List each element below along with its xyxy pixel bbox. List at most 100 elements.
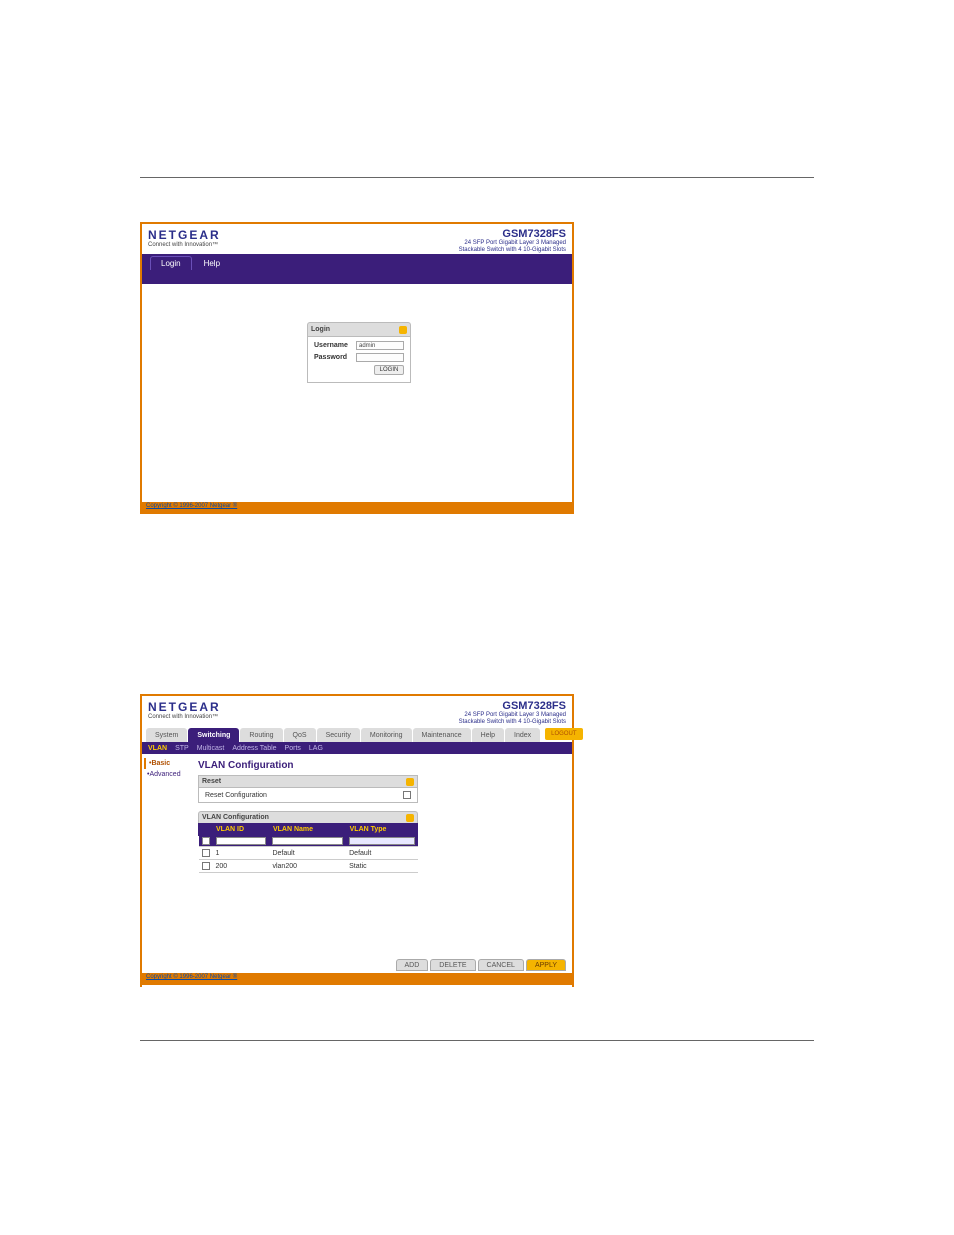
brand-logo-text-2: NETGEAR [148,700,221,714]
vlan-table-panel: VLAN Configuration VLAN ID VLAN Name VLA… [198,811,418,873]
action-row: ADD DELETE CANCEL APPLY [396,959,566,971]
reset-panel-title: Reset [202,778,221,785]
vlan-table-title: VLAN Configuration [202,814,269,821]
logout-button[interactable]: LOGOUT [545,728,582,740]
brand-tagline: Connect with Innovation™ [148,242,221,248]
model-desc-1b: 24 SFP Port Gigabit Layer 3 Managed [459,712,566,719]
help-icon[interactable] [406,814,414,822]
reset-config-label: Reset Configuration [205,792,267,799]
cell-vlan-type: Default [346,847,417,860]
password-row: Password [314,353,404,362]
subtab-stp[interactable]: STP [175,745,189,752]
cell-vlan-name: vlan200 [269,860,346,873]
username-input[interactable]: admin [356,341,404,350]
password-label: Password [314,354,352,361]
vlan-type-select[interactable] [349,837,414,845]
tab-login[interactable]: Login [150,256,192,270]
reset-panel-body: Reset Configuration [199,788,417,802]
cell-vlan-id: 1 [213,847,270,860]
model-block-2: GSM7328FS 24 SFP Port Gigabit Layer 3 Ma… [459,700,566,722]
sidenav-basic[interactable]: •Basic [144,758,196,769]
vlan-table-header: VLAN Configuration [198,811,418,823]
username-label: Username [314,342,352,349]
footer-bar-2: Copyright © 1996-2007 Netgear ® [142,973,572,985]
help-icon[interactable] [399,326,407,334]
subtab-lag[interactable]: LAG [309,745,323,752]
subtab-multicast[interactable]: Multicast [197,745,225,752]
tab-system[interactable]: System [146,728,187,742]
col-vlan-type[interactable]: VLAN Type [346,824,417,836]
tab-bar: Login Help [142,254,572,270]
reset-panel-header: Reset [199,776,417,788]
model-name: GSM7328FS [459,228,566,240]
tab-index[interactable]: Index [505,728,540,742]
username-row: Username admin [314,341,404,350]
model-name-2: GSM7328FS [459,700,566,712]
login-btn-row: LOGIN [314,365,404,375]
login-box: Login Username admin Password LOGIN [307,322,411,383]
table-header-row: VLAN ID VLAN Name VLAN Type [199,824,418,836]
apply-button[interactable]: APPLY [526,959,566,971]
screenshot-vlan: NETGEAR Connect with Innovation™ GSM7328… [140,694,574,987]
subtab-address-table[interactable]: Address Table [232,745,276,752]
table-input-row [199,836,418,847]
help-icon[interactable] [406,778,414,786]
model-desc-2b: Stackable Switch with 4 10-Gigabit Slots [459,719,566,726]
footer-bar: Copyright © 1996-2007 Netgear ® [142,502,572,514]
table-row: 200 vlan200 Static [199,860,418,873]
header-row-2: NETGEAR Connect with Innovation™ GSM7328… [142,696,572,726]
cell-vlan-name: Default [269,847,346,860]
login-box-body: Username admin Password LOGIN [307,336,411,383]
main-tab-bar: System Switching Routing QoS Security Mo… [142,726,572,742]
body-split: •Basic •Advanced VLAN Configuration Rese… [142,754,572,987]
sidenav-advanced[interactable]: •Advanced [144,769,196,780]
login-button[interactable]: LOGIN [374,365,404,375]
reset-panel: Reset Reset Configuration [198,775,418,803]
login-content: Login Username admin Password LOGIN [142,284,572,502]
cancel-button[interactable]: CANCEL [478,959,524,971]
ribbon-bar [142,270,572,284]
copyright-text-2[interactable]: Copyright © 1996-2007 Netgear ® [142,973,572,981]
brand-block: NETGEAR Connect with Innovation™ [148,228,221,250]
brand-tagline-2: Connect with Innovation™ [148,714,221,720]
section-title: VLAN Configuration [198,758,572,775]
row-checkbox[interactable] [202,849,210,857]
brand-logo-text: NETGEAR [148,228,221,242]
tab-monitoring[interactable]: Monitoring [361,728,412,742]
tab-qos[interactable]: QoS [284,728,316,742]
reset-config-checkbox[interactable] [403,791,411,799]
tab-help2[interactable]: Help [472,728,504,742]
top-horizontal-rule [140,177,814,178]
login-box-header: Login [307,322,411,336]
sub-tab-bar: VLAN STP Multicast Address Table Ports L… [142,742,572,754]
login-box-title: Login [311,326,330,333]
cell-vlan-id: 200 [213,860,270,873]
tab-routing[interactable]: Routing [240,728,282,742]
main-area: VLAN Configuration Reset Reset Configura… [198,754,572,987]
cell-vlan-type: Static [346,860,417,873]
bottom-horizontal-rule [140,1040,814,1041]
copyright-text[interactable]: Copyright © 1996-2007 Netgear ® [142,502,572,510]
delete-button[interactable]: DELETE [430,959,475,971]
header-row: NETGEAR Connect with Innovation™ GSM7328… [142,224,572,254]
side-nav: •Basic •Advanced [142,754,198,987]
password-input[interactable] [356,353,404,362]
tab-switching[interactable]: Switching [188,728,239,742]
tab-maintenance[interactable]: Maintenance [413,728,471,742]
add-button[interactable]: ADD [396,959,429,971]
tab-help[interactable]: Help [194,256,230,270]
vlan-table: VLAN ID VLAN Name VLAN Type 1 [198,823,418,873]
vlan-id-input[interactable] [216,837,267,845]
tab-security[interactable]: Security [317,728,360,742]
subtab-ports[interactable]: Ports [285,745,301,752]
vlan-name-input[interactable] [272,837,343,845]
subtab-vlan[interactable]: VLAN [148,745,167,752]
select-all-checkbox[interactable] [202,837,210,845]
col-vlan-name[interactable]: VLAN Name [269,824,346,836]
model-block: GSM7328FS 24 SFP Port Gigabit Layer 3 Ma… [459,228,566,250]
table-row: 1 Default Default [199,847,418,860]
col-vlan-id[interactable]: VLAN ID [213,824,270,836]
brand-block-2: NETGEAR Connect with Innovation™ [148,700,221,722]
row-checkbox[interactable] [202,862,210,870]
model-desc-1: 24 SFP Port Gigabit Layer 3 Managed [459,240,566,247]
